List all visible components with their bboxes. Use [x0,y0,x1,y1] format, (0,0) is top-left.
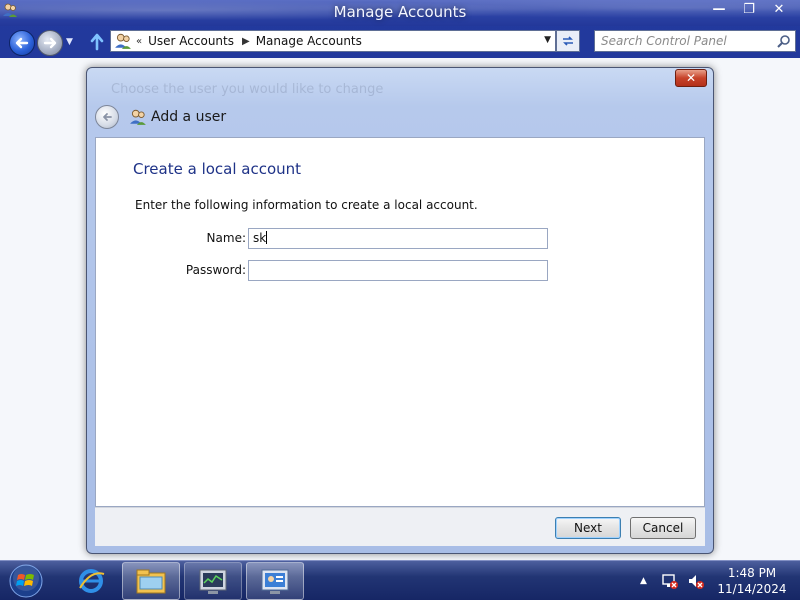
title-bar[interactable]: Manage Accounts — ❐ ✕ [0,0,800,26]
minimize-button[interactable]: — [704,0,734,18]
dialog-header: Add a user [95,102,695,132]
window-title: Manage Accounts [333,3,467,21]
clock-time: 1:48 PM [727,566,777,580]
volume-muted-icon[interactable] [687,572,705,590]
section-title: Create a local account [133,160,302,178]
dialog-close-button[interactable]: ✕ [675,69,707,87]
control-panel-icon [261,569,289,594]
recent-pages-dropdown[interactable]: ▼ [66,37,73,47]
user-accounts-icon [115,33,131,49]
cancel-button[interactable]: Cancel [630,517,696,539]
name-field[interactable]: sk [248,228,548,249]
task-manager-icon [199,569,227,594]
address-bar[interactable]: « User Accounts ▶ Manage Accounts ▼ [110,30,556,52]
refresh-icon [563,36,573,46]
breadcrumb-separator[interactable]: ▶ [242,36,250,47]
breadcrumb-overflow[interactable]: « [136,36,142,47]
close-window-button[interactable]: ✕ [764,0,794,18]
password-field[interactable] [248,260,548,281]
dialog-back-button[interactable] [95,105,119,129]
instruction-text: Enter the following information to creat… [135,198,478,212]
control-panel-button[interactable] [246,562,304,600]
background-caption: Choose the user you would like to change [111,82,384,97]
navigation-bar: ▼ « User Accounts ▶ Manage Accounts ▼ Se… [0,26,800,58]
dialog-body: Create a local account Enter the followi… [95,137,705,507]
internet-explorer-button[interactable] [62,562,120,600]
name-label: Name: [206,231,246,245]
task-manager-button[interactable] [184,562,242,600]
text-caret [266,231,268,244]
name-value: sk [253,231,267,245]
arrow-left-icon [103,113,112,121]
internet-explorer-icon [79,569,105,593]
taskbar-clock[interactable]: 1:48 PM 11/14/2024 [712,565,792,597]
refresh-button[interactable] [556,30,580,52]
user-accounts-icon [130,109,146,125]
arrow-right-icon [43,37,57,49]
add-user-dialog: Choose the user you would like to change… [86,67,714,554]
breadcrumb-user-accounts[interactable]: User Accounts [148,34,234,48]
window-controls: — ❐ ✕ [704,0,794,18]
file-explorer-button[interactable] [122,562,180,600]
file-explorer-icon [136,569,166,594]
network-disconnected-icon[interactable] [661,572,679,590]
search-input[interactable]: Search Control Panel [594,30,796,52]
clock-date: 11/14/2024 [717,582,787,596]
restore-button[interactable]: ❐ [734,0,764,18]
start-orb-icon[interactable] [4,563,48,599]
search-icon[interactable] [776,34,792,50]
up-button[interactable] [87,31,107,53]
breadcrumb-manage-accounts[interactable]: Manage Accounts [256,34,362,48]
show-hidden-icons-button[interactable]: ▲ [640,576,647,586]
back-button[interactable] [9,30,35,56]
address-dropdown[interactable]: ▼ [544,35,551,45]
arrow-left-icon [15,37,29,49]
dialog-title: Add a user [151,109,227,125]
dialog-footer: Next Cancel [95,507,705,546]
arrow-up-icon [90,33,104,51]
next-button[interactable]: Next [555,517,621,539]
forward-button[interactable] [37,30,63,56]
system-tray: ▲ [640,561,713,600]
password-label: Password: [185,263,246,277]
taskbar: ▲ 1:48 PM 11/14/2024 [0,560,800,600]
